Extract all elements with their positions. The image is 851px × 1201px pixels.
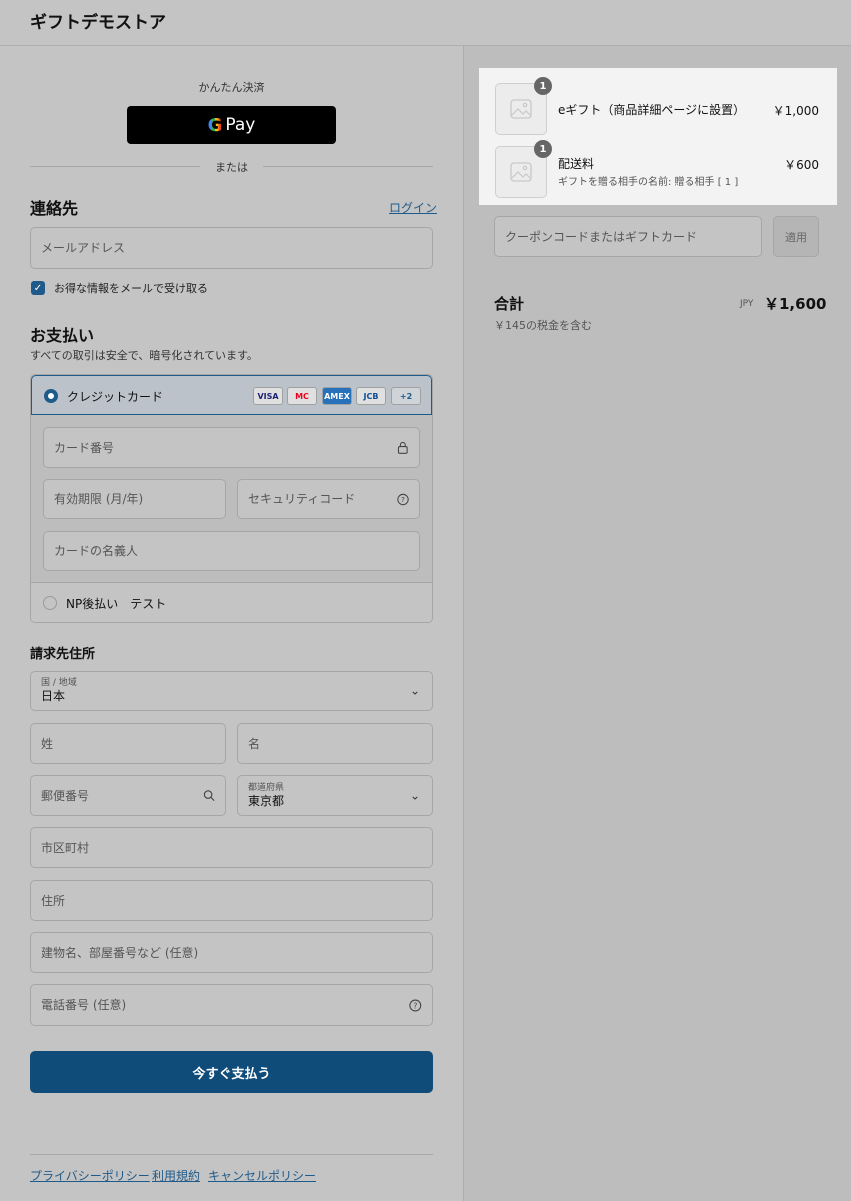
help-icon[interactable]: ? xyxy=(409,999,422,1012)
phone-input[interactable] xyxy=(41,998,410,1012)
total-label: 合計 xyxy=(494,295,525,313)
postal-code-field[interactable] xyxy=(30,775,226,816)
newsletter-option[interactable]: ✓ お得な情報をメールで受け取る xyxy=(31,280,208,296)
building-field[interactable] xyxy=(30,932,433,973)
total-currency: JPY xyxy=(740,299,754,309)
image-placeholder-icon xyxy=(510,162,532,182)
expiry-field[interactable] xyxy=(43,479,226,519)
card-number-field[interactable] xyxy=(43,427,420,468)
tax-note: ￥145の税金を含む xyxy=(494,319,592,332)
svg-text:?: ? xyxy=(414,1001,418,1010)
country-select[interactable]: 国 / 地域 日本 ⌄ xyxy=(30,671,433,711)
quantity-badge: 1 xyxy=(534,77,552,95)
privacy-policy-link[interactable]: プライバシーポリシー xyxy=(30,1167,150,1184)
payment-title: お支払い xyxy=(30,326,95,345)
city-field[interactable] xyxy=(30,827,433,868)
payment-methods: クレジットカード VISA MC AMEX JCB +2 ? NP後払い テスト xyxy=(30,374,433,623)
prefecture-value: 東京都 xyxy=(248,793,285,808)
prefecture-caption: 都道府県 xyxy=(248,782,285,793)
divider-right xyxy=(263,166,433,167)
card-name-field[interactable] xyxy=(43,531,420,571)
visa-icon: VISA xyxy=(253,387,283,405)
country-value: 日本 xyxy=(41,689,66,703)
credit-card-label: クレジットカード xyxy=(67,390,164,404)
city-input[interactable] xyxy=(41,840,422,855)
mastercard-icon: MC xyxy=(287,387,317,405)
contact-title: 連絡先 xyxy=(30,199,79,218)
checkout-form: かんたん決済 G Pay または 連絡先 ログイン ✓ お得な情報をメールで受け… xyxy=(0,46,463,1201)
or-label: または xyxy=(215,161,248,174)
terms-link[interactable]: 利用規約 xyxy=(152,1167,200,1184)
express-checkout-label: かんたん決済 xyxy=(198,81,265,94)
login-link[interactable]: ログイン xyxy=(389,199,437,216)
first-name-input[interactable] xyxy=(248,736,422,751)
last-name-input[interactable] xyxy=(41,736,215,751)
search-icon[interactable] xyxy=(203,789,215,802)
footer-divider xyxy=(30,1154,433,1155)
item-name: eギフト（商品詳細ページに設置） xyxy=(558,103,746,117)
security-code-field[interactable]: ? xyxy=(237,479,420,519)
np-label: NP後払い テスト xyxy=(66,597,167,611)
store-name[interactable]: ギフトデモストア xyxy=(30,8,166,33)
card-name-input[interactable] xyxy=(54,544,409,558)
order-summary: 1 eギフト（商品詳細ページに設置） ￥1,000 1 配送料 ギフトを贈る相手… xyxy=(463,46,851,1201)
card-number-input[interactable] xyxy=(54,440,398,455)
item-name: 配送料 xyxy=(558,157,595,171)
email-input[interactable] xyxy=(41,241,422,255)
billing-title: 請求先住所 xyxy=(30,647,96,662)
order-items: 1 eギフト（商品詳細ページに設置） ￥1,000 1 配送料 ギフトを贈る相手… xyxy=(479,68,837,205)
country-caption: 国 / 地域 xyxy=(41,678,77,688)
building-input[interactable] xyxy=(41,945,422,960)
cancel-policy-link[interactable]: キャンセルポリシー xyxy=(208,1167,316,1184)
coupon-field[interactable] xyxy=(494,216,762,257)
google-g-icon: G xyxy=(207,114,223,136)
google-pay-button[interactable]: G Pay xyxy=(127,106,336,144)
credit-card-option[interactable]: クレジットカード VISA MC AMEX JCB +2 xyxy=(31,375,432,415)
help-icon[interactable]: ? xyxy=(397,493,409,506)
pay-now-button[interactable]: 今すぐ支払う xyxy=(30,1051,433,1093)
amex-icon: AMEX xyxy=(322,387,352,405)
prefecture-select[interactable]: 都道府県 東京都 ⌄ xyxy=(237,775,433,816)
item-price: ￥1,000 xyxy=(772,104,819,118)
expiry-input[interactable] xyxy=(54,492,215,506)
apply-coupon-button[interactable]: 適用 xyxy=(773,216,819,257)
item-detail: ギフトを贈る相手の名前: 贈る相手 [ 1 ] xyxy=(558,177,739,188)
address-field[interactable] xyxy=(30,880,433,921)
image-placeholder-icon xyxy=(510,99,532,119)
address-input[interactable] xyxy=(41,893,422,908)
chevron-down-icon: ⌄ xyxy=(409,787,420,802)
lock-icon xyxy=(398,441,409,454)
np-option[interactable]: NP後払い テスト xyxy=(31,583,432,622)
payment-subtitle: すべての取引は安全で、暗号化されています。 xyxy=(30,349,258,362)
security-code-input[interactable] xyxy=(248,492,397,506)
svg-text:?: ? xyxy=(401,495,405,504)
credit-card-radio[interactable] xyxy=(44,389,58,403)
jcb-icon: JCB xyxy=(356,387,386,405)
coupon-input[interactable] xyxy=(505,229,751,244)
chevron-down-icon: ⌄ xyxy=(409,683,420,698)
postal-code-input[interactable] xyxy=(41,788,203,803)
google-pay-label: Pay xyxy=(225,115,256,135)
np-radio[interactable] xyxy=(43,596,57,610)
last-name-field[interactable] xyxy=(30,723,226,764)
email-field[interactable] xyxy=(30,227,433,269)
newsletter-label: お得な情報をメールで受け取る xyxy=(54,282,208,295)
quantity-badge: 1 xyxy=(534,140,552,158)
phone-field[interactable]: ? xyxy=(30,984,433,1026)
newsletter-checkbox[interactable]: ✓ xyxy=(31,281,45,295)
more-cards-badge: +2 xyxy=(391,387,421,405)
total-amount: ￥1,600 xyxy=(764,295,827,313)
item-price: ￥600 xyxy=(784,158,819,172)
first-name-field[interactable] xyxy=(237,723,433,764)
header: ギフトデモストア xyxy=(0,0,851,46)
